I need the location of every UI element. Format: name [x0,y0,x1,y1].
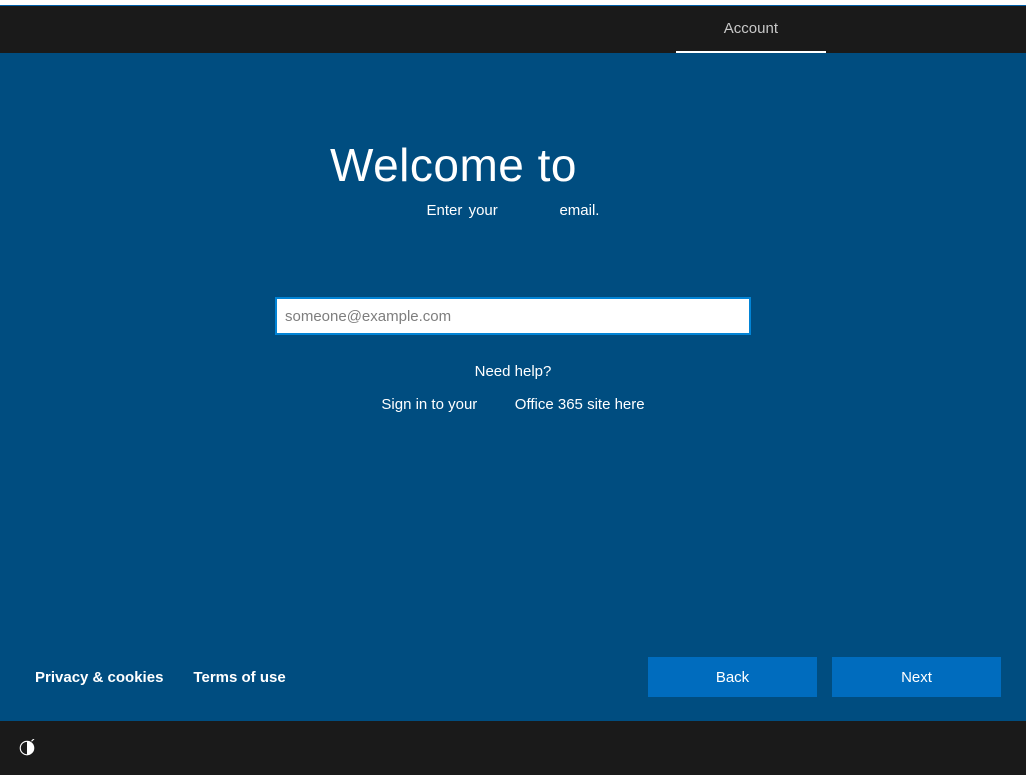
subtitle-part2: email. [559,202,599,219]
top-bar: Account [0,5,1026,53]
subtitle: Enter your email. [427,202,600,219]
back-button[interactable]: Back [648,657,817,697]
tab-account[interactable]: Account [676,6,826,53]
email-input[interactable] [275,297,751,335]
bottom-row: Privacy & cookies Terms of use Back Next [0,657,1026,697]
need-help-label: Need help? [475,363,552,380]
next-button-label: Next [901,669,932,686]
bottom-links: Privacy & cookies Terms of use [35,669,286,686]
subtitle-part1: Enter your [427,202,498,219]
terms-link-label: Terms of use [193,669,285,686]
button-row: Back Next [648,657,1001,697]
privacy-link[interactable]: Privacy & cookies [35,669,163,686]
subtitle-gap [498,202,560,219]
tab-account-label: Account [724,20,778,37]
signin-part1: Sign in to your [381,396,477,413]
next-button[interactable]: Next [832,657,1001,697]
page-title: Welcome to [275,138,577,192]
signin-o365-link[interactable]: Sign in to your Office 365 site here [381,396,644,413]
signin-gap [477,396,515,413]
main-panel: Welcome to Enter your email. Need help? … [0,53,1026,721]
back-button-label: Back [716,669,749,686]
terms-link[interactable]: Terms of use [193,669,285,686]
center-column: Welcome to Enter your email. Need help? … [275,138,751,413]
need-help-link[interactable]: Need help? [475,363,552,380]
signin-part2: Office 365 site here [515,396,645,413]
accessibility-icon[interactable] [18,739,36,757]
footer-bar [0,721,1026,775]
privacy-link-label: Privacy & cookies [35,669,163,686]
